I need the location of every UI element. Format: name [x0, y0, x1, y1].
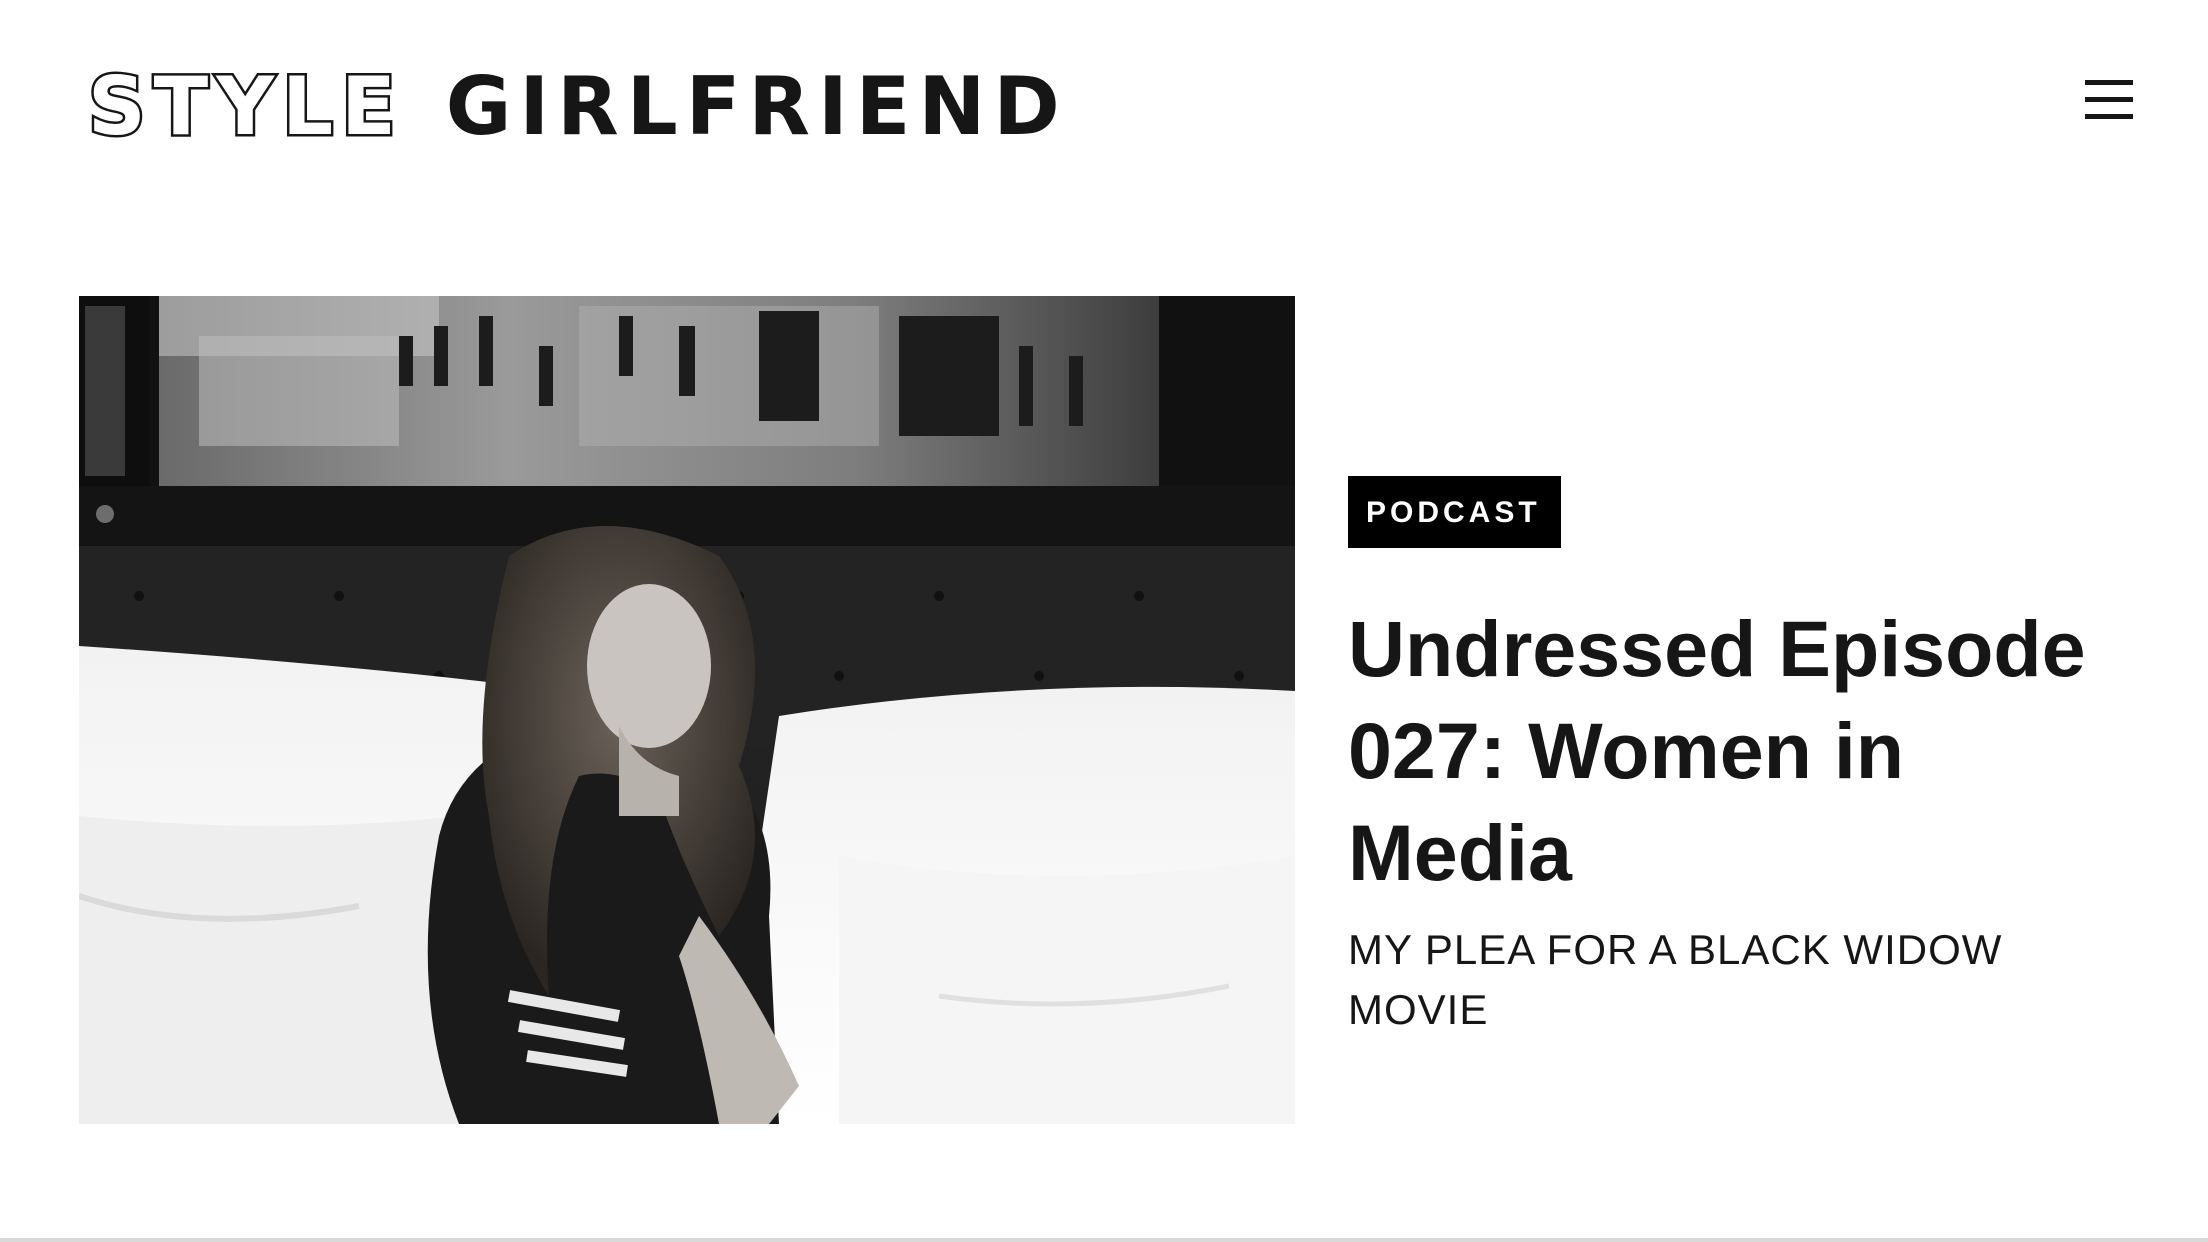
article-hero-image[interactable]	[79, 296, 1295, 1124]
hero-photo-illustration	[79, 296, 1295, 1124]
logo-girlfriend-text: GIRLFRIEND	[445, 60, 1068, 153]
menu-bar-bottom	[2085, 113, 2133, 119]
hamburger-menu-icon[interactable]	[2080, 70, 2138, 128]
site-logo[interactable]: STYLE GIRLFRIEND	[86, 60, 1068, 153]
article-subtitle: MY PLEA FOR A BLACK WIDOW MOVIE	[1348, 926, 2003, 1033]
menu-bar-top	[2085, 79, 2133, 85]
article-title[interactable]: Undressed Episode 027: Women in Media	[1348, 598, 2148, 904]
site-header: STYLE GIRLFRIEND	[0, 0, 2208, 210]
article-card: PODCAST Undressed Episode 027: Women in …	[1348, 476, 2148, 1040]
category-tag[interactable]: PODCAST	[1348, 476, 1561, 548]
logo-style-text: STYLE	[86, 60, 404, 153]
menu-bar-middle	[2085, 96, 2133, 102]
bottom-divider	[0, 1238, 2208, 1242]
